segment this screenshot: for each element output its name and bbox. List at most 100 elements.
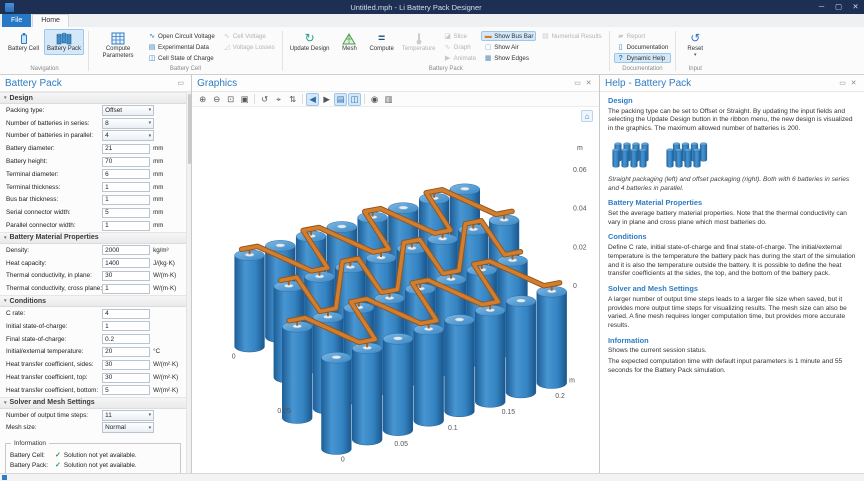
battery-cell-button[interactable]: Battery Cell: [5, 29, 42, 55]
zoom-out-icon[interactable]: ⊖: [210, 93, 223, 106]
setting-input[interactable]: [102, 245, 151, 256]
setting-input[interactable]: [102, 143, 151, 154]
undock-icon[interactable]: ▭: [572, 79, 583, 87]
orbit-icon[interactable]: ⇅: [286, 93, 299, 106]
section-header[interactable]: ▾ Battery Material Properties: [0, 231, 187, 244]
group-label-input: Input: [688, 66, 702, 72]
setting-input[interactable]: [102, 321, 151, 332]
setting-input[interactable]: [102, 194, 151, 205]
close-icon[interactable]: ✕: [583, 79, 594, 87]
open-circuit-voltage-button[interactable]: ∿ Open Circuit Voltage: [145, 31, 218, 41]
setting-select[interactable]: 8 ▾: [102, 117, 155, 129]
setting-control: W/(m²·K): [102, 359, 184, 370]
setting-input[interactable]: [102, 169, 151, 180]
slice-button[interactable]: ◪ Slice: [441, 31, 480, 41]
help-content: Design The packing type can be set to Of…: [600, 92, 864, 473]
chevron-down-icon: ▾: [148, 107, 152, 114]
setting-input[interactable]: [102, 283, 151, 294]
maximize-icon[interactable]: ▢: [830, 0, 847, 14]
setting-label: Serial connector width:: [6, 209, 71, 217]
print-icon[interactable]: ▥: [382, 93, 395, 106]
reset-button[interactable]: ↺ Reset ▾: [680, 29, 710, 61]
svg-text:m: m: [569, 377, 575, 384]
battery-pack-3d-view[interactable]: m 0.06 0.04 0.02 0 0 0.05 0.1 0.15 0.2 m 0 0.05: [192, 107, 599, 473]
show-bus-bar-toggle[interactable]: ▬ Show Bus Bar: [481, 31, 537, 41]
tab-file[interactable]: File: [2, 14, 32, 27]
temperature-button[interactable]: Temperature: [399, 29, 439, 55]
mesh-button[interactable]: Mesh: [334, 29, 364, 55]
setting-control: 11 ▾: [102, 409, 184, 421]
section-header[interactable]: ▾ Solver and Mesh Settings: [0, 396, 187, 409]
section-title: Design: [9, 94, 33, 102]
button-label: Show Air: [494, 43, 519, 51]
experimental-data-button[interactable]: ▤ Experimental Data: [145, 42, 218, 52]
compute-button[interactable]: = Compute: [366, 29, 396, 55]
setting-input[interactable]: [102, 207, 151, 218]
dynamic-help-toggle[interactable]: ? Dynamic Help: [613, 53, 672, 63]
chevron-down-icon: ▾: [148, 120, 152, 127]
setting-input[interactable]: [102, 182, 151, 193]
compute-parameters-button[interactable]: Compute Parameters: [93, 29, 143, 62]
setting-select[interactable]: 11 ▾: [102, 409, 155, 421]
graphics-panel-title: Graphics: [197, 77, 238, 89]
transparency-icon[interactable]: ◫: [348, 92, 362, 106]
scene-light-icon[interactable]: ▤: [334, 92, 348, 106]
section-header[interactable]: ▾ Conditions: [0, 295, 187, 308]
graph-button[interactable]: ∿ Graph: [441, 42, 480, 52]
minimize-icon[interactable]: ─: [813, 0, 830, 14]
battery-cell-icon: [18, 31, 30, 46]
battery-pack-button[interactable]: Battery Pack: [44, 29, 85, 55]
setting-label: Density:: [6, 246, 30, 254]
setting-input[interactable]: [102, 346, 151, 357]
group-label-battery-cell: Battery Cell: [169, 66, 201, 72]
setting-input[interactable]: [102, 334, 151, 345]
scene-home-icon[interactable]: ⌂: [581, 110, 593, 122]
svg-text:0.1: 0.1: [448, 425, 458, 432]
setting-input[interactable]: [102, 359, 151, 370]
previous-view-icon[interactable]: ◀: [306, 92, 320, 106]
animate-button[interactable]: ▶ Animate: [441, 53, 480, 63]
snapshot-icon[interactable]: ◉: [368, 93, 381, 106]
update-design-button[interactable]: ↻ Update Design: [287, 29, 333, 55]
setting-input[interactable]: [102, 270, 151, 281]
zoom-extents-icon[interactable]: ▣: [238, 93, 251, 106]
center-view-icon[interactable]: ⌖: [272, 93, 285, 106]
close-icon[interactable]: ✕: [847, 0, 864, 14]
graphics-canvas[interactable]: m 0.06 0.04 0.02 0 0 0.05 0.1 0.15 0.2 m 0 0.05 ⌂: [192, 107, 599, 473]
undock-icon[interactable]: ▭: [175, 79, 186, 87]
cell-voltage-button[interactable]: ∿ Cell Voltage: [220, 31, 278, 41]
close-icon[interactable]: ✕: [848, 79, 859, 87]
graph-icon: ∿: [444, 44, 451, 51]
numerical-results-button[interactable]: ▤ Numerical Results: [538, 31, 604, 41]
ribbon-group-battery-pack: ↻ Update Design Mesh = Compute Temperatu…: [284, 28, 608, 74]
section-header[interactable]: ▾ Design: [0, 92, 187, 104]
setting-input[interactable]: [102, 156, 151, 167]
compute-parameters-icon: [111, 31, 125, 46]
show-air-toggle[interactable]: ▢ Show Air: [481, 42, 536, 52]
setting-input[interactable]: [102, 308, 151, 319]
show-edges-toggle[interactable]: ▦ Show Edges: [481, 53, 536, 63]
setting-input[interactable]: [102, 258, 151, 269]
documentation-button[interactable]: ▯ Documentation: [614, 42, 672, 52]
zoom-in-icon[interactable]: ⊕: [196, 93, 209, 106]
section-title: Conditions: [9, 297, 47, 305]
setting-select[interactable]: Offset ▾: [102, 104, 155, 116]
select-value: 8: [105, 119, 109, 127]
setting-input[interactable]: [102, 385, 151, 396]
settings-row: Heat transfer coefficient, bottom: W/(m²·…: [0, 384, 186, 397]
setting-input[interactable]: [102, 220, 151, 231]
setting-select[interactable]: Normal ▾: [102, 422, 155, 434]
report-button[interactable]: ▰ Report: [614, 31, 672, 41]
setting-select[interactable]: 4 ▾: [102, 130, 155, 142]
cell-state-of-charge-button[interactable]: ◫ Cell State of Charge: [145, 53, 218, 63]
zoom-box-icon[interactable]: ⊡: [224, 93, 237, 106]
settings-scrollbar[interactable]: [186, 92, 192, 473]
tab-home[interactable]: Home: [32, 14, 69, 27]
voltage-losses-button[interactable]: ◿ Voltage Losses: [220, 42, 278, 52]
button-label: Battery Cell: [8, 46, 40, 52]
go-to-default-view-icon[interactable]: ↺: [258, 93, 271, 106]
setting-input[interactable]: [102, 372, 151, 383]
setting-control: mm: [102, 169, 184, 180]
next-view-icon[interactable]: ▶: [320, 93, 333, 106]
undock-icon[interactable]: ▭: [837, 79, 848, 87]
